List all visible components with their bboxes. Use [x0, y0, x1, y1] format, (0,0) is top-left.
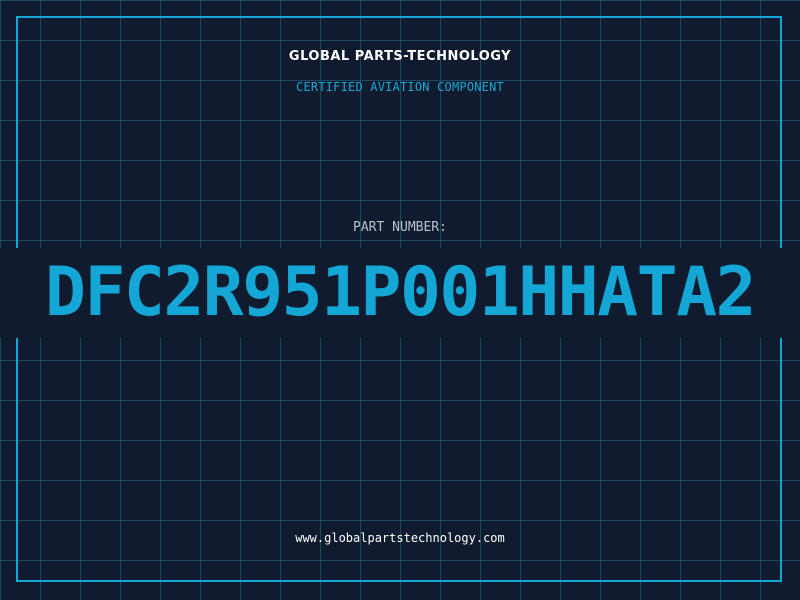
company-name: GLOBAL PARTS-TECHNOLOGY	[288, 49, 512, 64]
website-url: www.globalpartstechnology.com	[295, 531, 505, 545]
part-number-band: DFC2R951P001HHATA2	[0, 248, 800, 338]
tagline: CERTIFIED AVIATION COMPONENT	[296, 80, 504, 94]
part-number-label: PART NUMBER:	[353, 220, 447, 235]
part-number-value: DFC2R951P001HHATA2	[45, 253, 756, 332]
